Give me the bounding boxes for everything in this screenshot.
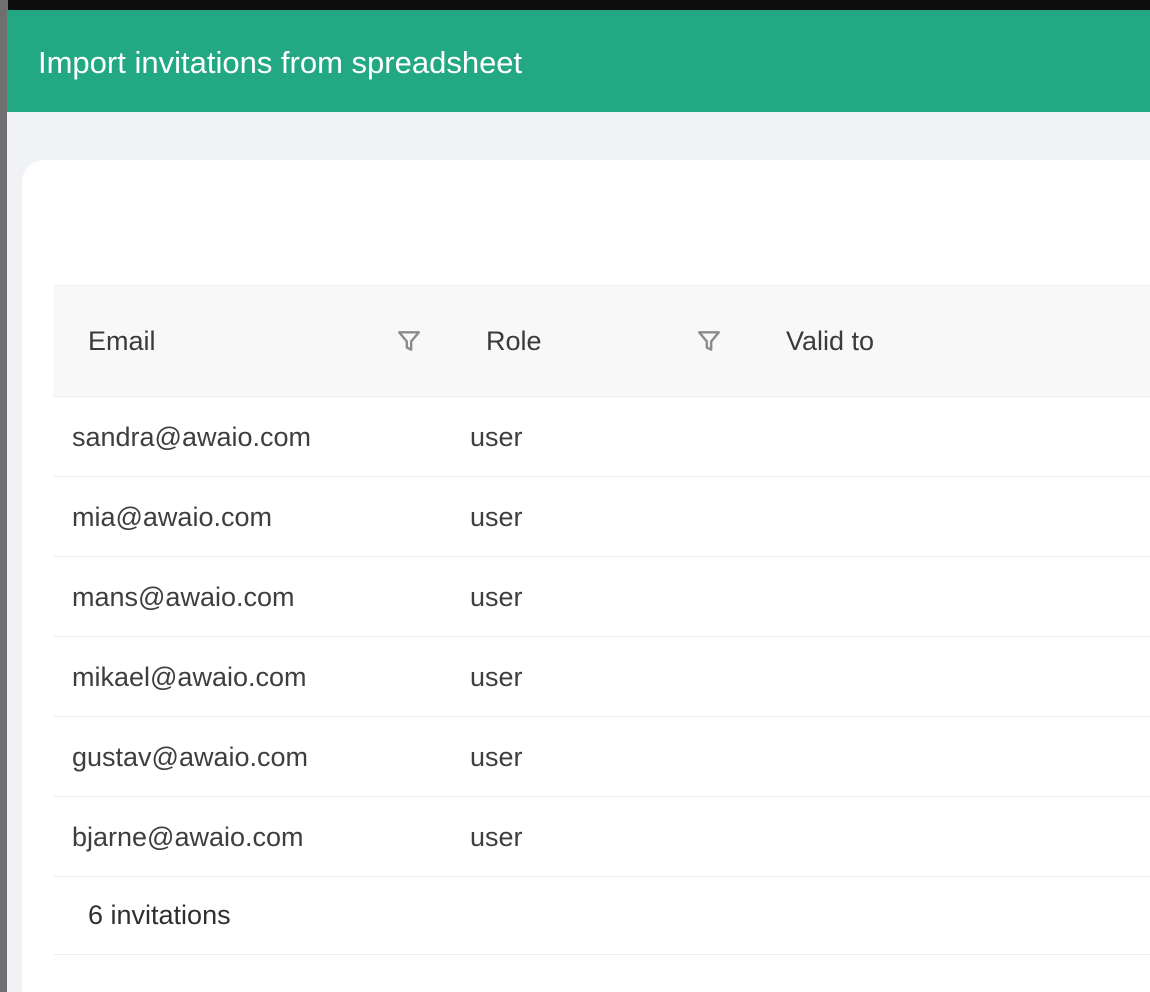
filter-icon[interactable] — [396, 328, 422, 354]
invitation-count: 6 invitations — [88, 900, 231, 930]
import-invitations-dialog: Import invitations from spreadsheet Emai… — [7, 10, 1150, 992]
email-cell: sandra@awaio.com — [72, 422, 312, 452]
invitations-table: Email Role Valid to sandra@awaio.com use… — [54, 285, 1150, 955]
table-row[interactable]: mans@awaio.com user — [54, 557, 1150, 637]
role-cell: user — [470, 822, 523, 852]
dialog-header: Import invitations from spreadsheet — [7, 10, 1150, 112]
role-cell: user — [470, 742, 523, 772]
role-cell: user — [470, 422, 523, 452]
table-row[interactable]: gustav@awaio.com user — [54, 717, 1150, 797]
email-cell: mikael@awaio.com — [72, 662, 307, 692]
table-header: Email Role Valid to — [54, 285, 1150, 397]
email-cell: mans@awaio.com — [72, 582, 295, 612]
email-cell: bjarne@awaio.com — [72, 822, 304, 852]
table-row[interactable]: mikael@awaio.com user — [54, 637, 1150, 717]
dialog-title: Import invitations from spreadsheet — [38, 45, 523, 80]
table-row[interactable]: mia@awaio.com user — [54, 477, 1150, 557]
email-cell: gustav@awaio.com — [72, 742, 309, 772]
role-cell: user — [470, 502, 523, 532]
table-row[interactable]: bjarne@awaio.com user — [54, 797, 1150, 877]
filter-icon[interactable] — [696, 328, 722, 354]
column-header-email[interactable]: Email — [88, 326, 156, 356]
role-cell: user — [470, 662, 523, 692]
content-card: Email Role Valid to sandra@awaio.com use… — [22, 160, 1150, 992]
backdrop-top — [0, 0, 1150, 10]
email-cell: mia@awaio.com — [72, 502, 272, 532]
role-cell: user — [470, 582, 523, 612]
column-header-role[interactable]: Role — [486, 326, 542, 356]
table-row[interactable]: sandra@awaio.com user — [54, 397, 1150, 477]
table-footer: 6 invitations — [54, 877, 1150, 955]
column-header-valid-to[interactable]: Valid to — [786, 326, 874, 356]
